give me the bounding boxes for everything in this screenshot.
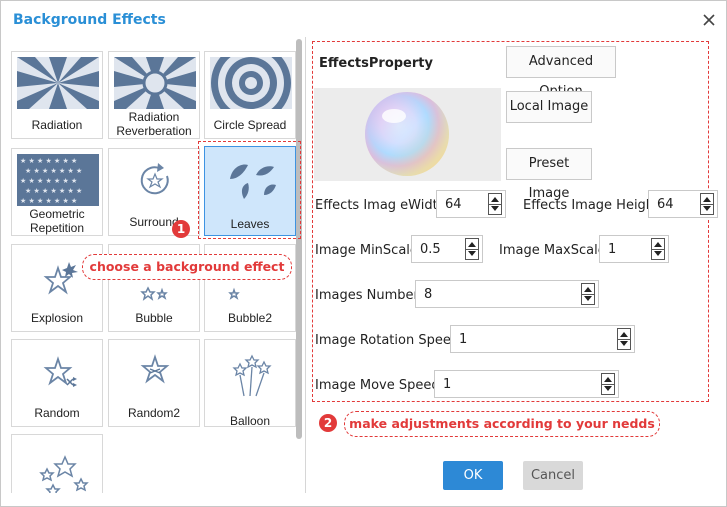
move-speed-label: Image Move Speed	[315, 378, 440, 393]
effect-label: Random	[34, 406, 80, 420]
close-icon[interactable]	[701, 12, 717, 28]
pane-divider	[305, 37, 306, 493]
width-value: 64	[445, 197, 462, 212]
balloon-icon	[232, 354, 272, 397]
stars-icon	[39, 455, 89, 493]
width-spin-buttons[interactable]	[488, 193, 502, 215]
step2-callout: make adjustments according to your nedds	[344, 411, 660, 437]
circle-spread-icon	[210, 57, 292, 109]
images-number-value: 8	[424, 287, 433, 302]
radiation-reverberation-icon	[114, 57, 196, 109]
effect-tile-balloon[interactable]: Balloon	[204, 339, 296, 428]
image-preview	[314, 88, 501, 181]
effect-label: Radiation Reverberation	[116, 110, 192, 138]
step-badge-1: 1	[172, 220, 190, 238]
height-stepper[interactable]: 64	[648, 190, 718, 218]
effects-property-title: EffectsProperty	[319, 56, 433, 71]
random2-icon	[140, 354, 170, 384]
height-value: 64	[657, 197, 674, 212]
min-scale-stepper[interactable]: 0.5	[411, 235, 483, 263]
images-number-spin-buttons[interactable]	[581, 283, 595, 305]
effect-tile-radiation-reverberation[interactable]: Radiation Reverberation	[108, 51, 200, 139]
effect-label: Random2	[127, 406, 181, 420]
height-label: Effects Image Height	[523, 198, 660, 213]
min-scale-spin-buttons[interactable]	[465, 238, 479, 260]
move-speed-stepper[interactable]: 1	[434, 370, 619, 398]
advanced-option-button[interactable]: Advanced Option	[506, 46, 616, 99]
effect-tile-random[interactable]: Random	[11, 339, 103, 427]
effect-label: Circle Spread	[213, 118, 287, 132]
background-effects-dialog: Background Effects Radiation Radiation R…	[0, 0, 727, 507]
rotation-speed-stepper[interactable]: 1	[450, 325, 635, 353]
svg-text:★ ★ ★ ★ ★ ★ ★: ★ ★ ★ ★ ★ ★ ★	[20, 157, 77, 165]
svg-text:★ ★ ★ ★ ★ ★ ★: ★ ★ ★ ★ ★ ★ ★	[25, 187, 82, 195]
svg-text:★ ★ ★ ★ ★ ★ ★: ★ ★ ★ ★ ★ ★ ★	[20, 197, 77, 205]
images-number-label: Images Number	[315, 288, 419, 303]
rotation-speed-label: Image Rotation Speed	[315, 333, 460, 348]
local-image-button[interactable]: Local Image	[506, 91, 592, 123]
rotation-speed-value: 1	[459, 332, 468, 347]
effect-tile-random2[interactable]: Random2	[108, 339, 200, 427]
min-scale-value: 0.5	[420, 242, 441, 257]
step-badge-2: 2	[319, 414, 337, 432]
ok-button[interactable]: OK	[443, 461, 503, 490]
effect-label: Explosion	[30, 311, 84, 325]
effect-label: Radiation	[31, 118, 83, 132]
random-icon	[43, 356, 77, 387]
effect-label: Bubble	[135, 311, 173, 325]
effect-tile-geometric-repetition[interactable]: ★ ★ ★ ★ ★ ★ ★ ★ ★ ★ ★ ★ ★ ★ ★ ★ ★ ★ ★ ★ …	[11, 148, 103, 236]
bubble-preview-icon	[365, 92, 449, 176]
geometric-repetition-icon: ★ ★ ★ ★ ★ ★ ★ ★ ★ ★ ★ ★ ★ ★ ★ ★ ★ ★ ★ ★ …	[17, 154, 99, 206]
move-speed-value: 1	[443, 377, 452, 392]
title-bar: Background Effects	[1, 1, 726, 39]
effect-tile-stars[interactable]	[11, 434, 103, 493]
width-stepper[interactable]: 64	[436, 190, 506, 218]
effect-label: Balloon	[229, 414, 271, 428]
svg-text:★ ★ ★ ★ ★ ★ ★: ★ ★ ★ ★ ★ ★ ★	[25, 167, 82, 175]
min-scale-label: Image MinScale	[315, 243, 418, 258]
move-speed-spin-buttons[interactable]	[601, 373, 615, 395]
cancel-button[interactable]: Cancel	[523, 461, 583, 490]
radiation-icon	[17, 57, 99, 109]
images-number-stepper[interactable]: 8	[415, 280, 599, 308]
svg-text:★ ★ ★ ★ ★ ★ ★: ★ ★ ★ ★ ★ ★ ★	[20, 177, 77, 185]
height-spin-buttons[interactable]	[700, 193, 714, 215]
effects-scrollbar[interactable]	[296, 39, 302, 439]
rotation-speed-spin-buttons[interactable]	[617, 328, 631, 350]
max-scale-spin-buttons[interactable]	[651, 238, 665, 260]
effect-label: Geometric Repetition	[29, 207, 85, 235]
max-scale-stepper[interactable]: 1	[599, 235, 669, 263]
surround-icon	[140, 163, 169, 195]
max-scale-value: 1	[608, 242, 617, 257]
preset-image-button[interactable]: Preset Image	[506, 148, 592, 201]
dialog-title: Background Effects	[13, 12, 166, 28]
effect-label: Bubble2	[227, 311, 273, 325]
width-label: Effects Imag eWidth	[315, 198, 446, 213]
selection-highlight	[198, 141, 301, 239]
step1-callout: choose a background effect	[82, 254, 292, 280]
effect-tile-radiation[interactable]: Radiation	[11, 51, 103, 139]
max-scale-label: Image MaxScale	[499, 243, 606, 258]
effect-tile-circle-spread[interactable]: Circle Spread	[204, 51, 296, 139]
